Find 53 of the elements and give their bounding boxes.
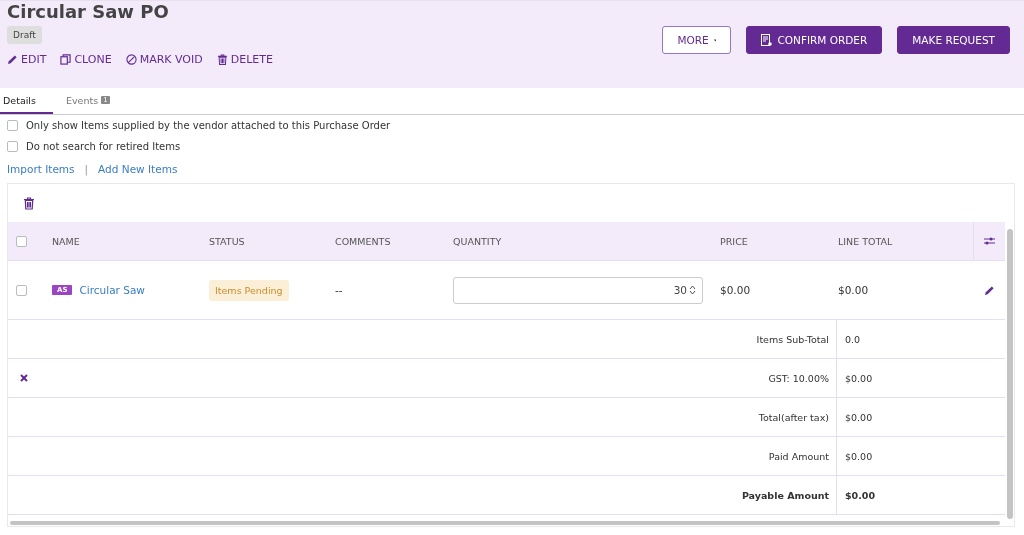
summary-value: $0.00 (845, 411, 873, 423)
spinner-icon[interactable] (689, 285, 696, 295)
link[interactable]: Import Items (7, 163, 75, 175)
column-header: STATUS (209, 235, 245, 247)
link-separator: | (84, 163, 89, 175)
column-header: QUANTITY (453, 235, 502, 247)
make-request-button[interactable]: MAKE REQUEST (897, 26, 1010, 54)
page-title: Circular Saw PO (7, 1, 170, 23)
status-badge: Items Pending (209, 279, 289, 301)
confirm-order-button[interactable]: CONFIRM ORDER (746, 26, 883, 54)
summary-value: $0.00 (845, 372, 873, 384)
more-dropdown[interactable]: MORE (662, 26, 732, 54)
vertical-scrollbar[interactable] (1007, 229, 1013, 519)
edit-action[interactable]: EDIT (7, 53, 47, 66)
summary-value: $0.00 (845, 450, 873, 462)
summary-value: $0.00 (845, 489, 876, 501)
checkbox[interactable] (7, 120, 18, 131)
summary-label: Payable Amount (741, 489, 829, 501)
clone-action[interactable]: CLONE (60, 53, 112, 66)
sliders-icon[interactable] (984, 237, 995, 245)
table-cell: -- (335, 284, 343, 296)
document-icon (761, 34, 773, 46)
delete-action[interactable]: DELETE (216, 53, 273, 66)
horizontal-scrollbar[interactable] (10, 521, 1000, 525)
column-header: COMMENTS (335, 235, 391, 247)
summary-label: GST: 10.00% (768, 372, 829, 384)
trash-icon[interactable] (23, 196, 35, 210)
column-header: LINE TOTAL (838, 235, 893, 247)
column-header: NAME (52, 235, 80, 247)
item-link[interactable]: Circular Saw (79, 284, 145, 296)
option-label: Do not search for retired Items (26, 141, 181, 152)
pencil-icon[interactable] (983, 284, 995, 296)
summary-label: Items Sub-Total (756, 333, 829, 345)
summary-label: Paid Amount (768, 450, 829, 462)
select-all-checkbox[interactable] (16, 235, 27, 247)
tab[interactable]: Details (0, 88, 53, 114)
summary-label: Total(after tax) (758, 411, 829, 423)
void-action[interactable]: MARK VOID (125, 53, 203, 66)
option-label: Only show Items supplied by the vendor attached to this Purchase Order (26, 120, 391, 131)
trash-icon (216, 54, 228, 65)
close-icon[interactable] (20, 373, 28, 382)
copy-icon (60, 54, 72, 65)
column-header: PRICE (720, 235, 748, 247)
quantity-field[interactable]: 30 (453, 276, 703, 304)
pencil-icon (7, 54, 18, 65)
table-cell: $0.00 (720, 284, 751, 296)
block-icon (125, 54, 137, 65)
table-cell: $0.00 (838, 284, 869, 296)
summary-value: 0.0 (845, 333, 861, 345)
row-checkbox[interactable] (16, 284, 27, 296)
checkbox[interactable] (7, 141, 18, 152)
link[interactable]: Add New Items (98, 163, 178, 175)
status-badge: Draft (7, 26, 42, 44)
